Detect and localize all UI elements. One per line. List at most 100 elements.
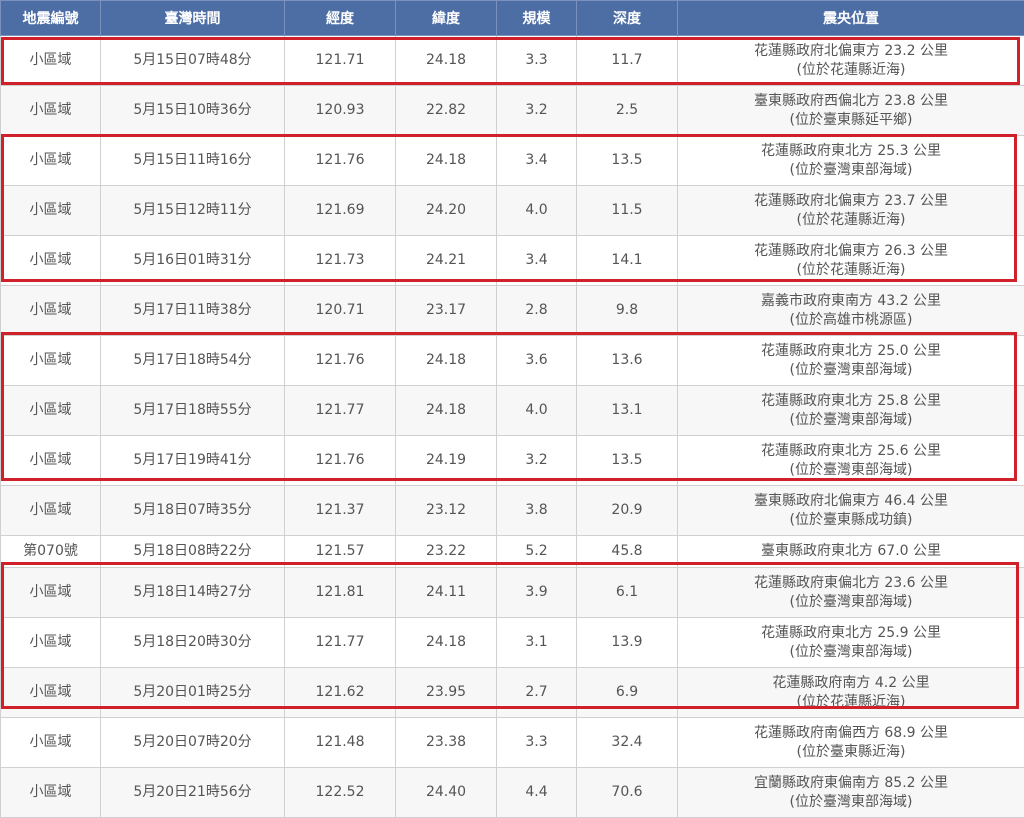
cell-id: 小區域	[1, 618, 101, 668]
cell-longitude: 121.71	[285, 36, 396, 86]
cell-magnitude: 2.7	[497, 668, 577, 718]
cell-time: 5月16日01時31分	[101, 236, 285, 286]
epicenter-region: (位於高雄市桃源區)	[678, 311, 1024, 330]
cell-longitude: 121.62	[285, 668, 396, 718]
cell-magnitude: 3.1	[497, 618, 577, 668]
cell-epicenter: 花蓮縣政府東北方 25.0 公里(位於臺灣東部海域)	[678, 336, 1024, 386]
epicenter-region: (位於臺東縣延平鄉)	[678, 111, 1024, 130]
cell-depth: 13.1	[577, 386, 678, 436]
epicenter-region: (位於花蓮縣近海)	[678, 693, 1024, 712]
cell-magnitude: 3.9	[497, 568, 577, 618]
cell-latitude: 24.19	[396, 436, 497, 486]
cell-time: 5月15日07時48分	[101, 36, 285, 86]
epicenter-region: (位於臺東縣近海)	[678, 743, 1024, 762]
column-header-id[interactable]: 地震編號	[1, 1, 101, 36]
table-row[interactable]: 小區域5月15日10時36分120.9322.823.22.5臺東縣政府西偏北方…	[1, 86, 1024, 136]
cell-longitude: 121.37	[285, 486, 396, 536]
table-row[interactable]: 小區域5月15日12時11分121.6924.204.011.5花蓮縣政府北偏東…	[1, 186, 1024, 236]
table-row[interactable]: 第070號5月18日08時22分121.5723.225.245.8臺東縣政府東…	[1, 536, 1024, 568]
column-header-time[interactable]: 臺灣時間	[101, 1, 285, 36]
cell-id: 小區域	[1, 386, 101, 436]
cell-depth: 32.4	[577, 718, 678, 768]
epicenter-distance: 花蓮縣政府東北方 25.0 公里	[678, 342, 1024, 361]
cell-epicenter: 花蓮縣政府東北方 25.6 公里(位於臺灣東部海域)	[678, 436, 1024, 486]
cell-longitude: 121.76	[285, 136, 396, 186]
cell-latitude: 23.17	[396, 286, 497, 336]
epicenter-distance: 花蓮縣政府東北方 25.8 公里	[678, 392, 1024, 411]
column-header-longitude[interactable]: 經度	[285, 1, 396, 36]
table-row[interactable]: 小區域5月17日18時54分121.7624.183.613.6花蓮縣政府東北方…	[1, 336, 1024, 386]
epicenter-region: (位於臺東縣成功鎮)	[678, 511, 1024, 530]
table-row[interactable]: 小區域5月17日19時41分121.7624.193.213.5花蓮縣政府東北方…	[1, 436, 1024, 486]
cell-id: 小區域	[1, 186, 101, 236]
table-row[interactable]: 小區域5月17日18時55分121.7724.184.013.1花蓮縣政府東北方…	[1, 386, 1024, 436]
table-row[interactable]: 小區域5月16日01時31分121.7324.213.414.1花蓮縣政府北偏東…	[1, 236, 1024, 286]
cell-magnitude: 5.2	[497, 536, 577, 568]
cell-id: 小區域	[1, 236, 101, 286]
table-header-row: 地震編號 臺灣時間 經度 緯度 規模 深度 震央位置	[1, 1, 1024, 36]
epicenter-region: (位於臺灣東部海域)	[678, 411, 1024, 430]
cell-time: 5月17日11時38分	[101, 286, 285, 336]
table-row[interactable]: 小區域5月18日07時35分121.3723.123.820.9臺東縣政府北偏東…	[1, 486, 1024, 536]
cell-id: 小區域	[1, 568, 101, 618]
cell-epicenter: 花蓮縣政府南方 4.2 公里(位於花蓮縣近海)	[678, 668, 1024, 718]
cell-latitude: 24.20	[396, 186, 497, 236]
epicenter-distance: 嘉義市政府東南方 43.2 公里	[678, 292, 1024, 311]
table-row[interactable]: 小區域5月15日07時48分121.7124.183.311.7花蓮縣政府北偏東…	[1, 36, 1024, 86]
cell-epicenter: 花蓮縣政府東北方 25.8 公里(位於臺灣東部海域)	[678, 386, 1024, 436]
cell-longitude: 121.57	[285, 536, 396, 568]
table-row[interactable]: 小區域5月20日21時56分122.5224.404.470.6宜蘭縣政府東偏南…	[1, 768, 1024, 818]
cell-depth: 14.1	[577, 236, 678, 286]
cell-depth: 11.7	[577, 36, 678, 86]
cell-id: 小區域	[1, 486, 101, 536]
cell-magnitude: 3.6	[497, 336, 577, 386]
cell-depth: 13.6	[577, 336, 678, 386]
column-header-epicenter[interactable]: 震央位置	[678, 1, 1024, 36]
cell-depth: 13.5	[577, 436, 678, 486]
epicenter-distance: 花蓮縣政府東北方 25.9 公里	[678, 624, 1024, 643]
cell-longitude: 121.76	[285, 336, 396, 386]
epicenter-region: (位於臺灣東部海域)	[678, 593, 1024, 612]
epicenter-region: (位於臺灣東部海域)	[678, 793, 1024, 812]
cell-longitude: 121.48	[285, 718, 396, 768]
cell-latitude: 24.18	[396, 386, 497, 436]
column-header-latitude[interactable]: 緯度	[396, 1, 497, 36]
table-row[interactable]: 小區域5月17日11時38分120.7123.172.89.8嘉義市政府東南方 …	[1, 286, 1024, 336]
cell-epicenter: 花蓮縣政府北偏東方 23.7 公里(位於花蓮縣近海)	[678, 186, 1024, 236]
table-row[interactable]: 小區域5月18日20時30分121.7724.183.113.9花蓮縣政府東北方…	[1, 618, 1024, 668]
cell-latitude: 23.38	[396, 718, 497, 768]
cell-id: 小區域	[1, 436, 101, 486]
epicenter-distance: 臺東縣政府西偏北方 23.8 公里	[678, 92, 1024, 111]
cell-depth: 6.9	[577, 668, 678, 718]
cell-magnitude: 4.0	[497, 386, 577, 436]
table-row[interactable]: 小區域5月20日01時25分121.6223.952.76.9花蓮縣政府南方 4…	[1, 668, 1024, 718]
column-header-magnitude[interactable]: 規模	[497, 1, 577, 36]
cell-magnitude: 3.3	[497, 718, 577, 768]
cell-time: 5月18日08時22分	[101, 536, 285, 568]
cell-depth: 20.9	[577, 486, 678, 536]
table-row[interactable]: 小區域5月15日11時16分121.7624.183.413.5花蓮縣政府東北方…	[1, 136, 1024, 186]
cell-time: 5月18日20時30分	[101, 618, 285, 668]
cell-depth: 13.9	[577, 618, 678, 668]
cell-magnitude: 3.4	[497, 136, 577, 186]
column-header-depth[interactable]: 深度	[577, 1, 678, 36]
cell-id: 小區域	[1, 36, 101, 86]
cell-latitude: 24.18	[396, 36, 497, 86]
cell-epicenter: 宜蘭縣政府東偏南方 85.2 公里(位於臺灣東部海域)	[678, 768, 1024, 818]
epicenter-distance: 花蓮縣政府南偏西方 68.9 公里	[678, 724, 1024, 743]
table-row[interactable]: 小區域5月20日07時20分121.4823.383.332.4花蓮縣政府南偏西…	[1, 718, 1024, 768]
cell-longitude: 122.52	[285, 768, 396, 818]
cell-id: 小區域	[1, 286, 101, 336]
epicenter-region: (位於臺灣東部海域)	[678, 461, 1024, 480]
epicenter-distance: 花蓮縣政府北偏東方 23.7 公里	[678, 192, 1024, 211]
table-row[interactable]: 小區域5月18日14時27分121.8124.113.96.1花蓮縣政府東偏北方…	[1, 568, 1024, 618]
epicenter-region: (位於臺灣東部海域)	[678, 361, 1024, 380]
cell-longitude: 121.77	[285, 386, 396, 436]
cell-epicenter: 花蓮縣政府東偏北方 23.6 公里(位於臺灣東部海域)	[678, 568, 1024, 618]
cell-id: 第070號	[1, 536, 101, 568]
cell-magnitude: 2.8	[497, 286, 577, 336]
cell-magnitude: 4.0	[497, 186, 577, 236]
cell-time: 5月18日07時35分	[101, 486, 285, 536]
epicenter-distance: 花蓮縣政府北偏東方 23.2 公里	[678, 42, 1024, 61]
epicenter-distance: 花蓮縣政府東偏北方 23.6 公里	[678, 574, 1024, 593]
